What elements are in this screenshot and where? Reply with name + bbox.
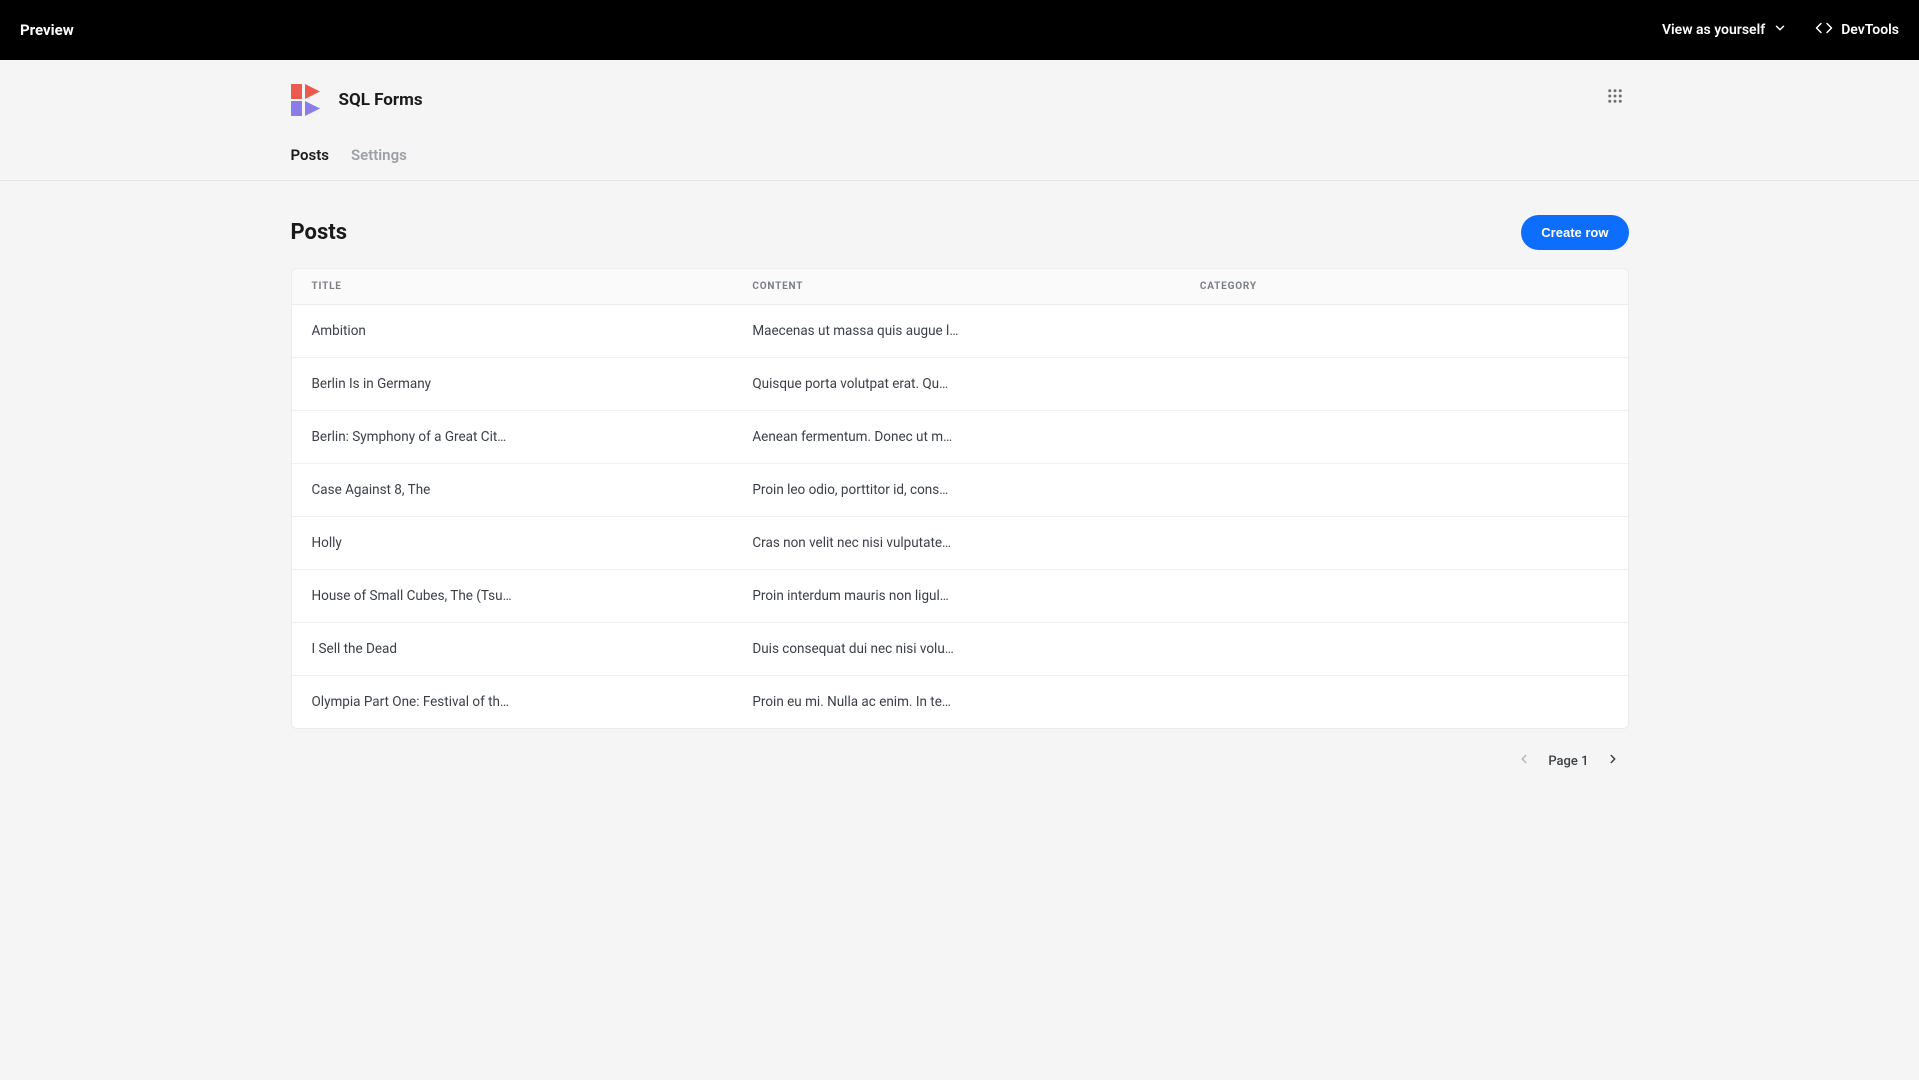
cell-title: I Sell the Dead — [292, 623, 733, 676]
topbar-right: View as yourself DevTools — [1662, 19, 1899, 41]
cell-content: Maecenas ut massa quis augue l… — [732, 305, 1180, 358]
page-title: Posts — [291, 220, 348, 245]
app-title: SQL Forms — [339, 90, 423, 110]
devtools-button[interactable]: DevTools — [1815, 19, 1899, 41]
devtools-label: DevTools — [1841, 22, 1899, 38]
view-as-dropdown[interactable]: View as yourself — [1662, 21, 1787, 39]
tab-settings[interactable]: Settings — [351, 146, 407, 180]
view-as-label: View as yourself — [1662, 22, 1765, 38]
tab-posts[interactable]: Posts — [291, 146, 329, 180]
cell-category — [1180, 411, 1628, 464]
cell-title: House of Small Cubes, The (Tsu… — [292, 570, 733, 623]
app-header: SQL Forms — [291, 60, 1629, 118]
posts-table: TITLE CONTENT CATEGORY AmbitionMaecenas … — [291, 268, 1629, 729]
create-row-button[interactable]: Create row — [1521, 215, 1628, 250]
cell-title: Berlin Is in Germany — [292, 358, 733, 411]
table-row[interactable]: Olympia Part One: Festival of th…Proin e… — [292, 676, 1628, 729]
cell-content: Quisque porta volutpat erat. Qu… — [732, 358, 1180, 411]
cell-category — [1180, 464, 1628, 517]
cell-category — [1180, 570, 1628, 623]
pagination-next-button[interactable] — [1601, 749, 1625, 773]
table-header-row: TITLE CONTENT CATEGORY — [292, 269, 1628, 305]
cell-content: Proin interdum mauris non ligul… — [732, 570, 1180, 623]
cell-title: Berlin: Symphony of a Great Cit… — [292, 411, 733, 464]
cell-title: Case Against 8, The — [292, 464, 733, 517]
cell-category — [1180, 623, 1628, 676]
chevron-left-icon — [1517, 752, 1531, 770]
cell-title: Olympia Part One: Festival of th… — [292, 676, 733, 729]
cell-category — [1180, 517, 1628, 570]
pagination-label: Page 1 — [1548, 754, 1588, 769]
code-icon — [1815, 19, 1833, 41]
app-brand: SQL Forms — [291, 82, 1629, 118]
table-row[interactable]: I Sell the DeadDuis consequat dui nec ni… — [292, 623, 1628, 676]
chevron-right-icon — [1606, 752, 1620, 770]
cell-category — [1180, 305, 1628, 358]
topbar: Preview View as yourself DevTools — [0, 0, 1919, 60]
content: Posts Create row TITLE CONTENT CATEGORY — [291, 181, 1629, 793]
cell-title: Ambition — [292, 305, 733, 358]
chevron-down-icon — [1773, 21, 1787, 39]
table-row[interactable]: House of Small Cubes, The (Tsu…Proin int… — [292, 570, 1628, 623]
tabs: Posts Settings — [291, 118, 1629, 180]
pagination-prev-button[interactable] — [1512, 749, 1536, 773]
column-header-title[interactable]: TITLE — [292, 269, 733, 305]
page-head: Posts Create row — [291, 215, 1629, 250]
pagination: Page 1 — [291, 729, 1629, 793]
table-row[interactable]: Berlin Is in GermanyQuisque porta volutp… — [292, 358, 1628, 411]
table-row[interactable]: AmbitionMaecenas ut massa quis augue l… — [292, 305, 1628, 358]
column-header-category[interactable]: CATEGORY — [1180, 269, 1628, 305]
table-row[interactable]: HollyCras non velit nec nisi vulputate… — [292, 517, 1628, 570]
app-area: SQL Forms Posts Settings Posts Create ro… — [0, 60, 1919, 793]
cell-content: Aenean fermentum. Donec ut m… — [732, 411, 1180, 464]
column-header-content[interactable]: CONTENT — [732, 269, 1180, 305]
cell-content: Proin leo odio, porttitor id, cons… — [732, 464, 1180, 517]
cell-category — [1180, 676, 1628, 729]
cell-title: Holly — [292, 517, 733, 570]
cell-category — [1180, 358, 1628, 411]
apps-grid-icon[interactable] — [1601, 82, 1629, 110]
cell-content: Duis consequat dui nec nisi volu… — [732, 623, 1180, 676]
cell-content: Proin eu mi. Nulla ac enim. In te… — [732, 676, 1180, 729]
preview-label: Preview — [20, 21, 74, 39]
cell-content: Cras non velit nec nisi vulputate… — [732, 517, 1180, 570]
table-row[interactable]: Case Against 8, TheProin leo odio, portt… — [292, 464, 1628, 517]
table-row[interactable]: Berlin: Symphony of a Great Cit…Aenean f… — [292, 411, 1628, 464]
app-logo-icon — [291, 82, 327, 118]
